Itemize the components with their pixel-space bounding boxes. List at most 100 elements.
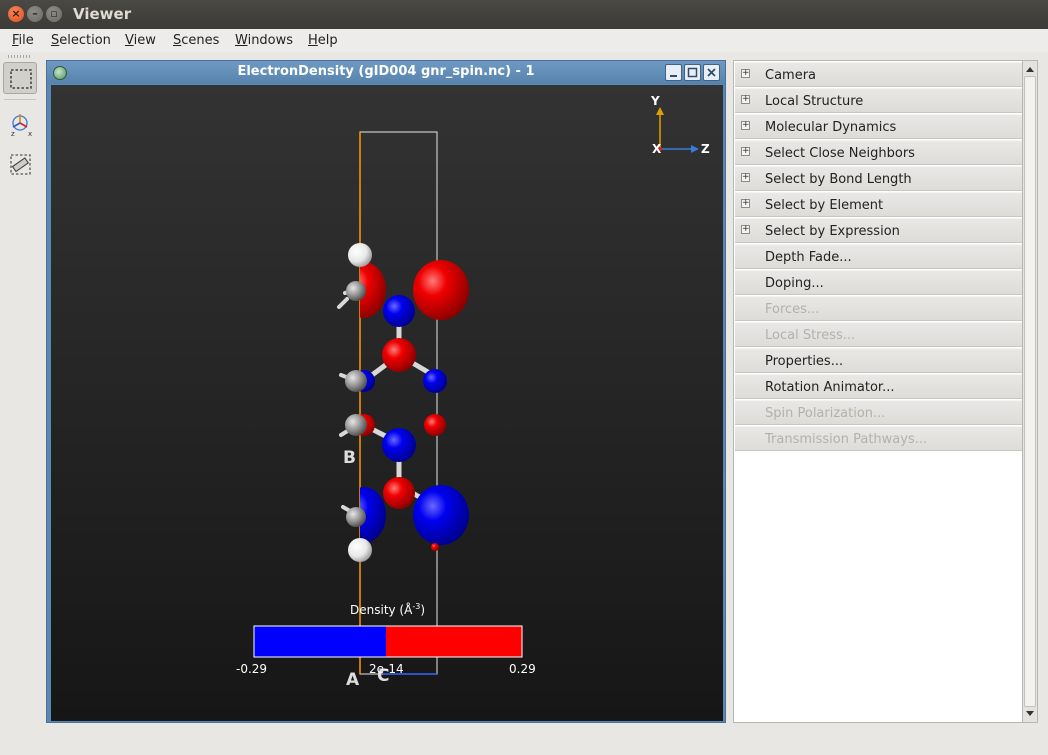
panel-item-spin-polarization: Spin Polarization... bbox=[735, 400, 1022, 425]
colorbar-title-exponent: -3 bbox=[412, 602, 420, 611]
panel-item-molecular-dynamics[interactable]: + Molecular Dynamics bbox=[735, 114, 1022, 139]
panel-item-depth-fade[interactable]: Depth Fade... bbox=[735, 244, 1022, 269]
axis-triad: Y Z X bbox=[650, 94, 710, 156]
svg-text:x: x bbox=[28, 130, 32, 138]
menu-file[interactable]: File bbox=[12, 33, 34, 48]
expand-icon[interactable]: + bbox=[741, 69, 750, 78]
panel-item-label: Spin Polarization... bbox=[765, 406, 886, 421]
panel-item-forces: Forces... bbox=[735, 296, 1022, 321]
menu-view-mnemonic: V bbox=[125, 33, 134, 48]
panel-item-local-stress: Local Stress... bbox=[735, 322, 1022, 347]
expand-icon[interactable]: + bbox=[741, 147, 750, 156]
subwindow-title: ElectronDensity (gID004 gnr_spin.nc) - 1 bbox=[237, 64, 535, 79]
panel-item-label: Local Structure bbox=[765, 94, 864, 109]
close-icon bbox=[707, 68, 716, 77]
rectangle-select-icon bbox=[10, 69, 32, 89]
3d-viewport[interactable]: Y Z X B A C Density (Å-3) -0.29 2e-14 0.… bbox=[51, 85, 723, 721]
colorbar-title-end: ) bbox=[420, 603, 425, 617]
menu-windows-label: indows bbox=[247, 33, 294, 48]
subwindow-maximize-button[interactable] bbox=[684, 64, 701, 81]
menu-selection-label: election bbox=[59, 33, 111, 48]
axes-rotate-icon: z x bbox=[11, 114, 32, 138]
panel-item-select-by-expression[interactable]: + Select by Expression bbox=[735, 218, 1022, 243]
window-minimize-button[interactable]: – bbox=[27, 6, 43, 22]
panel-item-label: Select by Expression bbox=[765, 224, 900, 239]
panel-item-camera[interactable]: + Camera bbox=[735, 62, 1022, 87]
carbon-atom bbox=[345, 414, 367, 436]
window-close-button[interactable]: × bbox=[8, 6, 24, 22]
menu-bar: File Selection View Scenes Windows Help bbox=[0, 29, 1048, 52]
axis-z-label: Z bbox=[701, 142, 710, 156]
molecule-scene: Y Z X B A C Density (Å-3) -0.29 2e-14 0.… bbox=[236, 94, 710, 690]
colorbar-max-label: 0.29 bbox=[509, 662, 536, 676]
panel-item-label: Depth Fade... bbox=[765, 250, 852, 265]
rectangle-select-tool[interactable] bbox=[3, 62, 37, 94]
colorbar-title: Density (Å-3) bbox=[350, 602, 425, 617]
axis-x-label: X bbox=[652, 142, 662, 156]
toolbar-grip[interactable] bbox=[8, 55, 32, 58]
panel-item-properties[interactable]: Properties... bbox=[735, 348, 1022, 373]
scroll-up-icon[interactable] bbox=[1026, 67, 1034, 72]
menu-view-label: iew bbox=[133, 33, 156, 48]
carbon-atom bbox=[346, 507, 366, 527]
title-bar: × – ▫ Viewer bbox=[0, 0, 1048, 29]
panel-item-label: Transmission Pathways... bbox=[765, 432, 928, 447]
expand-icon[interactable]: + bbox=[741, 173, 750, 182]
rotate-axes-tool[interactable]: z x bbox=[3, 108, 37, 140]
plugin-panel: + Camera + Local Structure + Molecular Dynami… bbox=[733, 60, 1023, 723]
unit-cell-outline bbox=[359, 131, 438, 675]
menu-windows[interactable]: Windows bbox=[235, 33, 293, 48]
panel-item-select-by-element[interactable]: + Select by Element bbox=[735, 192, 1022, 217]
measure-tool[interactable] bbox=[3, 148, 37, 180]
panel-item-label: Select by Element bbox=[765, 198, 884, 213]
scrollbar-thumb[interactable] bbox=[1024, 76, 1036, 707]
panel-item-label: Camera bbox=[765, 68, 817, 83]
carbon-atom bbox=[345, 370, 367, 392]
menu-selection[interactable]: Selection bbox=[51, 33, 111, 48]
expand-icon[interactable]: + bbox=[741, 199, 750, 208]
minimize-icon bbox=[670, 75, 677, 77]
menu-help-label: elp bbox=[317, 33, 338, 48]
ruler-select-icon bbox=[10, 154, 31, 175]
panel-item-local-structure[interactable]: + Local Structure bbox=[735, 88, 1022, 113]
panel-item-label: Forces... bbox=[765, 302, 820, 317]
panel-item-rotation-animator[interactable]: Rotation Animator... bbox=[735, 374, 1022, 399]
menu-help-mnemonic: H bbox=[308, 33, 318, 48]
subwindow-title-bar[interactable]: ElectronDensity (gID004 gnr_spin.nc) - 1 bbox=[47, 61, 725, 84]
panel-item-doping[interactable]: Doping... bbox=[735, 270, 1022, 295]
panel-item-select-close-neighbors[interactable]: + Select Close Neighbors bbox=[735, 140, 1022, 165]
menu-windows-mnemonic: W bbox=[235, 33, 248, 48]
panel-item-label: Molecular Dynamics bbox=[765, 120, 897, 135]
menu-help[interactable]: Help bbox=[308, 33, 338, 48]
panel-item-label: Select Close Neighbors bbox=[765, 146, 915, 161]
carbon-atom bbox=[346, 281, 366, 301]
toolbar-separator bbox=[4, 99, 36, 100]
window-title: Viewer bbox=[73, 5, 132, 23]
colorbar-positive bbox=[386, 626, 522, 657]
window-maximize-button[interactable]: ▫ bbox=[46, 6, 62, 22]
menu-scenes[interactable]: Scenes bbox=[173, 33, 219, 48]
panel-item-select-by-bond-length[interactable]: + Select by Bond Length bbox=[735, 166, 1022, 191]
subwindow-close-button[interactable] bbox=[703, 64, 720, 81]
menu-view[interactable]: View bbox=[125, 33, 156, 48]
hydrogen-atom bbox=[348, 538, 372, 562]
density-colorbar: Density (Å-3) -0.29 2e-14 0.29 bbox=[236, 602, 536, 676]
maximize-icon bbox=[687, 67, 698, 78]
expand-icon[interactable]: + bbox=[741, 95, 750, 104]
panel-item-label: Local Stress... bbox=[765, 328, 856, 343]
panel-item-transmission-pathways: Transmission Pathways... bbox=[735, 426, 1022, 451]
cell-label-b: B bbox=[343, 448, 356, 468]
expand-icon[interactable]: + bbox=[741, 121, 750, 130]
colorbar-min-label: -0.29 bbox=[236, 662, 267, 676]
colorbar-negative bbox=[254, 626, 386, 657]
expand-icon[interactable]: + bbox=[741, 225, 750, 234]
panel-item-label: Rotation Animator... bbox=[765, 380, 895, 395]
cell-label-a: A bbox=[346, 670, 360, 690]
subwindow-minimize-button[interactable] bbox=[665, 64, 682, 81]
scroll-down-icon[interactable] bbox=[1026, 711, 1034, 716]
panel-scrollbar[interactable] bbox=[1022, 60, 1038, 723]
menu-scenes-label: cenes bbox=[181, 33, 220, 48]
menu-file-label: ile bbox=[18, 33, 34, 48]
panel-item-label: Properties... bbox=[765, 354, 844, 369]
panel-item-label: Doping... bbox=[765, 276, 824, 291]
